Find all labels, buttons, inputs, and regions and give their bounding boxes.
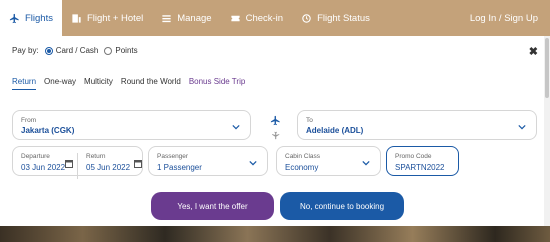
trip-tab-bonus-side-trip[interactable]: Bonus Side Trip xyxy=(189,77,245,90)
radio-card-cash[interactable]: Card / Cash xyxy=(44,46,99,55)
calendar-icon xyxy=(65,159,73,168)
passenger-label: Passenger xyxy=(157,153,189,160)
promo-code-label: Promo Code xyxy=(395,153,432,160)
ticket-icon xyxy=(230,13,241,24)
list-icon xyxy=(161,13,172,24)
tab-flight-hotel[interactable]: Flight + Hotel xyxy=(62,0,152,36)
from-label: From xyxy=(21,117,37,124)
trip-tab-round-the-world[interactable]: Round the World xyxy=(121,77,181,90)
to-label: To xyxy=(306,117,313,124)
pay-by-label: Pay by: xyxy=(12,46,39,55)
trip-type-tabs: Return One-way Multicity Round the World… xyxy=(12,77,245,90)
tab-check-in[interactable]: Check-in xyxy=(221,0,293,36)
background-photo xyxy=(0,226,550,242)
date-divider xyxy=(77,153,78,179)
from-field[interactable]: From Jakarta (CGK) xyxy=(12,110,251,140)
plane-icon xyxy=(9,13,20,24)
to-value: Adelaide (ADL) xyxy=(306,126,364,135)
radio-selected-icon xyxy=(44,46,53,55)
radio-unselected-icon xyxy=(104,46,113,55)
location-pin-icon xyxy=(301,13,312,24)
login-link[interactable]: Log In / Sign Up xyxy=(470,13,550,24)
calendar-icon xyxy=(134,159,142,168)
passenger-field[interactable]: Passenger 1 Passenger xyxy=(148,146,268,176)
tab-flight-hotel-label: Flight + Hotel xyxy=(86,12,144,24)
scrollbar-thumb[interactable] xyxy=(545,38,549,98)
cabin-class-label: Cabin Class xyxy=(285,153,321,160)
continue-booking-button[interactable]: No, continue to booking xyxy=(280,192,404,220)
chevron-down-icon xyxy=(232,123,242,133)
chevron-down-icon xyxy=(518,123,528,133)
trip-tab-multicity[interactable]: Multicity xyxy=(84,77,113,90)
tab-flights[interactable]: Flights xyxy=(0,0,62,36)
tab-manage[interactable]: Manage xyxy=(152,0,220,36)
chevron-down-icon xyxy=(362,159,372,169)
promo-code-value: SPARTN2022 xyxy=(395,163,445,172)
scrollbar[interactable] xyxy=(544,36,550,226)
radio-card-cash-label: Card / Cash xyxy=(55,46,99,55)
accept-offer-button[interactable]: Yes, I want the offer xyxy=(151,192,274,220)
tab-flights-label: Flights xyxy=(25,12,53,24)
return-label: Return xyxy=(86,153,106,160)
swap-route[interactable] xyxy=(268,115,282,145)
trip-tab-return[interactable]: Return xyxy=(12,77,37,90)
plane-icon xyxy=(270,115,281,129)
chevron-down-icon xyxy=(249,159,259,169)
top-nav: Flights Flight + Hotel Manage Check-in F… xyxy=(0,0,550,36)
departure-label: Departure xyxy=(21,153,50,160)
departure-value[interactable]: 03 Jun 2022 xyxy=(21,163,65,172)
cabin-class-value: Economy xyxy=(285,163,319,172)
tab-flight-status-label: Flight Status xyxy=(317,12,370,24)
pay-by-row: Pay by: Card / Cash Points xyxy=(12,46,138,55)
plane-return-icon xyxy=(268,131,282,143)
dates-field: Departure 03 Jun 2022 Return 05 Jun 2022 xyxy=(12,146,143,179)
close-icon[interactable]: ✖ xyxy=(529,45,538,58)
passenger-value: 1 Passenger xyxy=(157,163,202,172)
radio-points[interactable]: Points xyxy=(104,46,138,55)
tab-check-in-label: Check-in xyxy=(245,12,284,24)
return-value[interactable]: 05 Jun 2022 xyxy=(86,163,130,172)
to-field[interactable]: To Adelaide (ADL) xyxy=(297,110,537,140)
from-value: Jakarta (CGK) xyxy=(21,126,75,135)
hotel-icon xyxy=(71,13,82,24)
cabin-class-field[interactable]: Cabin Class Economy xyxy=(276,146,381,176)
promo-code-field[interactable]: Promo Code SPARTN2022 xyxy=(386,146,459,176)
radio-points-label: Points xyxy=(115,46,138,55)
trip-tab-one-way[interactable]: One-way xyxy=(44,77,76,90)
tab-flight-status[interactable]: Flight Status xyxy=(292,0,379,36)
tab-manage-label: Manage xyxy=(177,12,212,24)
